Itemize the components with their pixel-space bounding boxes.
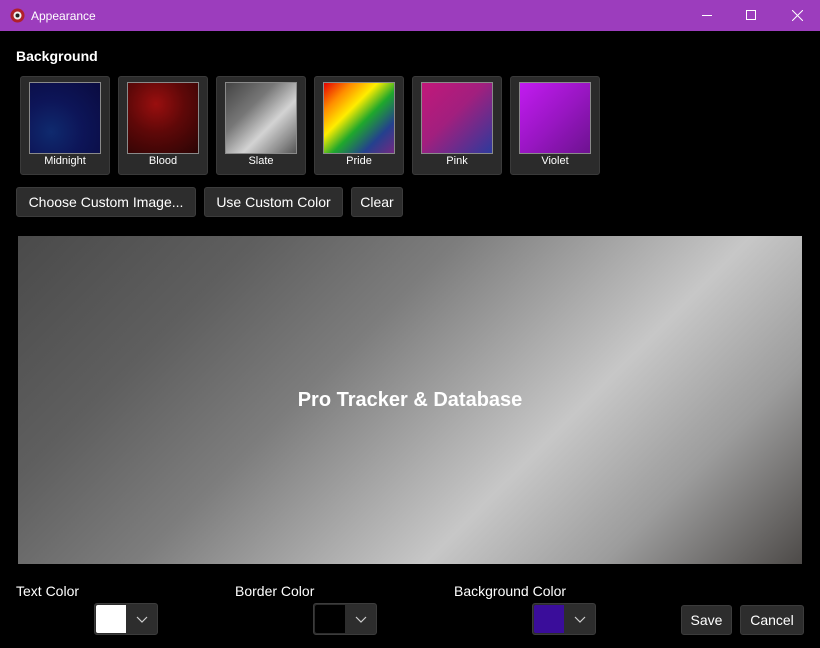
preset-blood[interactable]: Blood (118, 76, 208, 175)
background-color-picker[interactable] (532, 603, 596, 635)
preset-label: Violet (541, 155, 569, 167)
preset-slate[interactable]: Slate (216, 76, 306, 175)
background-preview: Pro Tracker & Database (18, 236, 802, 564)
preset-label: Pink (446, 155, 468, 167)
background-color-dropdown[interactable] (565, 605, 595, 633)
preset-pride[interactable]: Pride (314, 76, 404, 175)
preset-label: Slate (248, 155, 274, 167)
chevron-down-icon (355, 616, 367, 623)
preset-swatch (127, 82, 199, 154)
preset-swatch (225, 82, 297, 154)
close-button[interactable] (774, 0, 820, 31)
preset-label: Blood (148, 155, 178, 167)
chevron-down-icon (136, 616, 148, 623)
preset-swatch (323, 82, 395, 154)
border-color-picker[interactable] (313, 603, 377, 635)
background-color-swatch (534, 605, 564, 633)
chevron-down-icon (574, 616, 586, 623)
preset-label: Midnight (44, 155, 86, 167)
preview-title: Pro Tracker & Database (297, 388, 523, 411)
use-custom-color-button[interactable]: Use Custom Color (204, 187, 343, 217)
choose-custom-image-button[interactable]: Choose Custom Image... (16, 187, 196, 217)
close-icon (791, 10, 803, 21)
clear-background-button[interactable]: Clear (351, 187, 403, 217)
border-color-label: Border Color (235, 583, 315, 599)
minimize-button[interactable] (684, 0, 730, 31)
preset-swatch (421, 82, 493, 154)
preset-label: Pride (346, 155, 372, 167)
preset-midnight[interactable]: Midnight (20, 76, 110, 175)
text-color-dropdown[interactable] (127, 605, 157, 633)
window-title: Appearance (31, 9, 96, 23)
minimize-icon (701, 15, 712, 16)
background-heading: Background (16, 48, 98, 64)
text-color-swatch (96, 605, 126, 633)
background-color-label: Background Color (454, 583, 567, 599)
text-color-picker[interactable] (94, 603, 158, 635)
border-color-swatch (315, 605, 345, 633)
cancel-button[interactable]: Cancel (740, 605, 804, 635)
border-color-dropdown[interactable] (346, 605, 376, 633)
app-logo-icon (10, 8, 25, 23)
preset-pink[interactable]: Pink (412, 76, 502, 175)
title-bar: Appearance (0, 0, 820, 31)
maximize-icon (745, 10, 756, 20)
save-button[interactable]: Save (681, 605, 732, 635)
maximize-button[interactable] (728, 0, 774, 31)
preset-swatch (29, 82, 101, 154)
preset-swatch (519, 82, 591, 154)
text-color-label: Text Color (16, 583, 80, 599)
preset-violet[interactable]: Violet (510, 76, 600, 175)
